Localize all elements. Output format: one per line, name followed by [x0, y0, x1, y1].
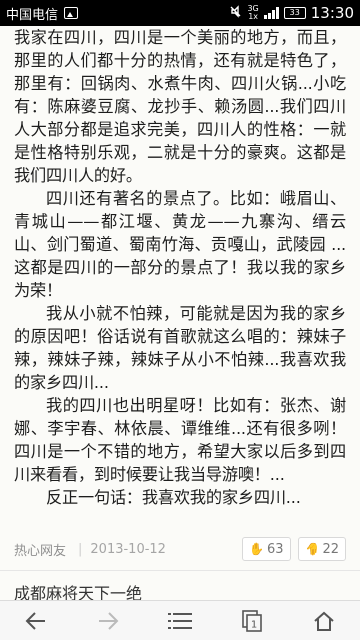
arrow-left-icon	[25, 611, 45, 630]
forward-button[interactable]	[83, 603, 133, 639]
arrow-right-icon	[99, 611, 119, 630]
article-paragraph: 四川还有著名的景点了。比如：峨眉山、青城山——都江堰、黄龙——九寨沟、缙云山、剑…	[14, 189, 346, 300]
network-type: 3G 1x	[247, 4, 259, 21]
tabs-button[interactable]: 1	[227, 603, 277, 639]
article-body: 我家在四川，四川是一个美丽的地方，而且，那里的人们都十分的热情，还有就是特色了，…	[0, 26, 360, 534]
menu-button[interactable]	[155, 603, 205, 639]
menu-icon	[168, 612, 192, 629]
back-button[interactable]	[11, 603, 61, 639]
tabs-icon: 1	[242, 609, 262, 632]
mute-icon	[229, 5, 242, 21]
status-bar: 中国电信 3G 1x 33 13:30	[0, 0, 360, 26]
upvote-count: 63	[266, 541, 284, 557]
thumbs-down-icon: ✋	[304, 542, 320, 556]
home-icon	[314, 611, 334, 631]
meta-separator: |	[78, 541, 83, 557]
article-paragraph: 我从小就不怕辣，可能就是因为我的家乡的原因吧！俗话说有首歌就这么唱的：辣妹子辣，…	[14, 304, 346, 392]
battery-icon: 33	[283, 7, 306, 19]
author-name[interactable]: 热心网友	[14, 540, 66, 559]
article-paragraph: 反正一句话：我喜欢我的家乡四川...	[46, 488, 301, 507]
image-notification-icon	[64, 7, 79, 19]
post-date: 2013-10-12	[90, 541, 166, 557]
home-button[interactable]	[299, 603, 349, 639]
clock: 13:30	[310, 4, 354, 22]
article-paragraph: 我家在四川，四川是一个美丽的地方，而且，那里的人们都十分的热情，还有就是特色了，…	[14, 28, 346, 185]
downvote-button[interactable]: ✋ 22	[297, 537, 346, 561]
vote-group: ✋ 63 ✋ 22	[242, 537, 346, 561]
downvote-count: 22	[322, 541, 339, 557]
article-paragraph: 我的四川也出明星呀！比如有：张杰、谢娜、李宇春、林依晨、谭维维...还有很多咧！…	[14, 396, 346, 484]
signal-icon	[263, 7, 279, 19]
divider	[0, 570, 360, 571]
answer-meta: 热心网友 | 2013-10-12 ✋ 63 ✋ 22	[0, 534, 360, 564]
svg-text:1: 1	[251, 619, 257, 630]
upvote-button[interactable]: ✋ 63	[242, 537, 291, 561]
thumbs-up-icon: ✋	[249, 542, 264, 556]
bottom-nav: 1	[0, 600, 360, 640]
carrier-label: 中国电信	[6, 7, 59, 23]
